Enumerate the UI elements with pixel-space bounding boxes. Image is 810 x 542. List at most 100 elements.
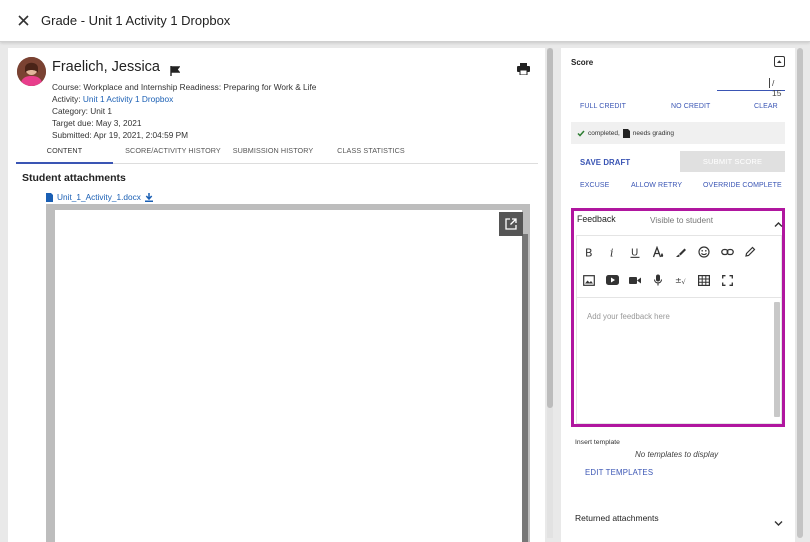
tab-submission-history[interactable]: SUBMISSION HISTORY xyxy=(226,146,320,164)
download-icon[interactable] xyxy=(144,192,153,202)
feedback-editor[interactable]: Add your feedback here xyxy=(576,297,782,424)
svg-text:U: U xyxy=(631,248,638,259)
clear-button[interactable]: CLEAR xyxy=(754,103,778,110)
print-button[interactable] xyxy=(517,62,530,80)
course-name: Workplace and Internship Readiness: Prep… xyxy=(83,82,317,92)
feedback-scrollbar[interactable] xyxy=(774,302,780,417)
tab-bar: CONTENT SCORE/ACTIVITY HISTORY SUBMISSIO… xyxy=(16,146,538,164)
full-credit-button[interactable]: FULL CREDIT xyxy=(580,103,626,110)
highlighter-icon xyxy=(676,248,686,257)
insert-link-button[interactable] xyxy=(719,244,735,260)
save-draft-button[interactable]: SAVE DRAFT xyxy=(580,158,630,167)
allow-retry-button[interactable]: ALLOW RETRY xyxy=(631,182,682,189)
no-templates-message: No templates to display xyxy=(635,450,719,459)
activity-line: Activity: Unit 1 Activity 1 Dropbox xyxy=(52,94,174,104)
underline-icon: U xyxy=(630,248,640,259)
feedback-section: Feedback Visible to student B i U ± √ Ad… xyxy=(571,208,785,427)
insert-table-button[interactable] xyxy=(696,272,712,288)
svg-text:i: i xyxy=(610,247,614,259)
submission-panel: Fraelich, Jessica Course: Workplace and … xyxy=(8,48,545,542)
chevron-down-icon xyxy=(774,521,783,526)
insert-template-label: Insert template xyxy=(575,439,620,446)
right-scrollbar[interactable] xyxy=(797,48,803,538)
tab-class-statistics[interactable]: CLASS STATISTICS xyxy=(322,146,420,164)
text-color-icon xyxy=(652,246,664,258)
category-line: Category: Unit 1 xyxy=(52,106,112,116)
tab-content[interactable]: CONTENT xyxy=(16,146,113,164)
feedback-placeholder: Add your feedback here xyxy=(587,312,670,321)
score-input[interactable]: / 15 xyxy=(717,76,785,98)
check-icon xyxy=(577,130,585,137)
table-icon xyxy=(698,274,710,286)
open-in-new-icon xyxy=(505,218,517,230)
document-icon xyxy=(46,192,53,202)
microphone-icon xyxy=(653,274,663,286)
emoji-icon xyxy=(698,246,710,258)
collapse-score-button[interactable] xyxy=(774,56,785,67)
target-due-line: Target due: May 3, 2021 xyxy=(52,118,142,128)
text-color-button[interactable] xyxy=(650,244,666,260)
emoji-button[interactable] xyxy=(696,244,712,260)
insert-youtube-button[interactable] xyxy=(604,272,620,288)
feedback-visibility: Visible to student xyxy=(650,215,714,225)
returned-attachments-header[interactable]: Returned attachments xyxy=(575,513,659,523)
no-credit-button[interactable]: NO CREDIT xyxy=(671,103,710,110)
flag-button[interactable] xyxy=(170,63,181,81)
left-scrollbar[interactable] xyxy=(547,48,553,408)
attachment-link[interactable]: Unit_1_Activity_1.docx xyxy=(46,192,153,202)
youtube-icon xyxy=(605,275,619,285)
insert-math-button[interactable]: ± √ xyxy=(673,272,689,288)
expand-returned-attachments-button[interactable] xyxy=(774,514,783,532)
submit-score-button[interactable]: SUBMIT SCORE xyxy=(680,151,785,172)
activity-link[interactable]: Unit 1 Activity 1 Dropbox xyxy=(83,94,173,104)
viewer-scrollbar[interactable] xyxy=(522,234,528,542)
editor-toolbar: B i U ± √ xyxy=(576,235,782,297)
submitted-line: Submitted: Apr 19, 2021, 2:04:59 PM xyxy=(52,130,189,140)
tab-score-activity-history[interactable]: SCORE/ACTIVITY HISTORY xyxy=(113,146,233,164)
top-bar: Grade - Unit 1 Activity 1 Dropbox xyxy=(0,0,810,42)
fullscreen-icon xyxy=(721,274,733,286)
attachments-heading: Student attachments xyxy=(22,172,126,184)
insert-image-button[interactable] xyxy=(581,272,597,288)
grading-panel: Score / 15 FULL CREDIT NO CREDIT CLEAR c… xyxy=(561,48,795,542)
avatar xyxy=(17,57,46,86)
close-button[interactable] xyxy=(13,11,33,31)
text-cursor xyxy=(769,78,770,88)
student-name: Fraelich, Jessica xyxy=(52,59,160,75)
video-camera-icon xyxy=(629,276,641,284)
status-completed: completed, xyxy=(588,129,620,137)
svg-text:B: B xyxy=(585,247,593,259)
attachment-file-name: Unit_1_Activity_1.docx xyxy=(57,192,141,202)
italic-button[interactable]: i xyxy=(604,244,620,260)
collapse-feedback-button[interactable] xyxy=(774,215,783,233)
excuse-button[interactable]: EXCUSE xyxy=(580,182,609,189)
highlight-button[interactable] xyxy=(673,244,689,260)
status-bar: completed, needs grading xyxy=(571,122,785,144)
italic-icon: i xyxy=(610,247,614,259)
pencil-icon xyxy=(745,246,756,257)
document-viewer xyxy=(46,204,530,542)
open-external-button[interactable] xyxy=(499,212,523,236)
print-icon xyxy=(517,63,530,76)
image-icon xyxy=(583,274,595,286)
collapse-icon xyxy=(777,60,782,63)
score-label: Score xyxy=(571,58,594,67)
flag-icon xyxy=(170,66,181,76)
fullscreen-button[interactable] xyxy=(719,272,735,288)
status-needs-grading: needs grading xyxy=(632,129,674,137)
link-icon xyxy=(720,248,734,256)
record-video-button[interactable] xyxy=(627,272,643,288)
record-audio-button[interactable] xyxy=(650,272,666,288)
draw-button[interactable] xyxy=(742,244,758,260)
needs-grading-icon xyxy=(622,128,630,138)
chevron-up-icon xyxy=(774,222,783,227)
feedback-title: Feedback xyxy=(577,214,616,224)
underline-button[interactable]: U xyxy=(627,244,643,260)
svg-text:√: √ xyxy=(681,278,686,286)
close-icon xyxy=(17,15,29,26)
course-line: Course: Workplace and Internship Readine… xyxy=(52,82,317,92)
bold-button[interactable]: B xyxy=(581,244,597,260)
bold-icon: B xyxy=(585,247,593,259)
override-complete-button[interactable]: OVERRIDE COMPLETE xyxy=(703,182,782,189)
edit-templates-button[interactable]: EDIT TEMPLATES xyxy=(585,468,653,477)
